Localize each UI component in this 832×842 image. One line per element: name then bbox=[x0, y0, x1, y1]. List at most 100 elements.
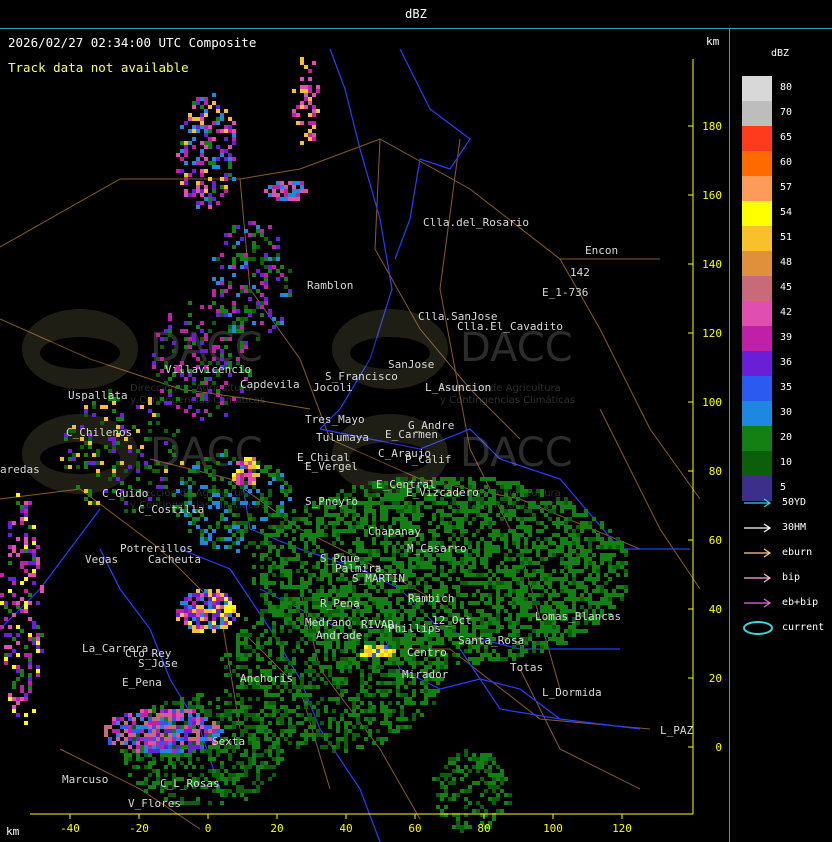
echo-cell bbox=[356, 537, 360, 541]
echo-cell bbox=[516, 481, 520, 485]
echo-cell bbox=[384, 601, 388, 605]
echo-cell bbox=[448, 561, 452, 565]
echo-cell bbox=[136, 737, 140, 741]
echo-cell bbox=[572, 533, 576, 537]
echo-cell bbox=[548, 501, 552, 505]
echo-cell bbox=[260, 753, 264, 757]
echo-cell bbox=[216, 453, 220, 457]
echo-cell bbox=[308, 669, 312, 673]
echo-cell bbox=[148, 749, 152, 753]
echo-cell bbox=[268, 601, 272, 605]
echo-cell bbox=[480, 629, 484, 633]
echo-cell bbox=[496, 529, 500, 533]
echo-cell bbox=[508, 581, 512, 585]
radar-map[interactable]: DACCDirección de Agriculturay Contingenc… bbox=[0, 29, 729, 842]
echo-cell bbox=[468, 481, 472, 485]
echo-cell bbox=[540, 641, 544, 645]
echo-cell bbox=[256, 773, 260, 777]
echo-cell bbox=[224, 769, 228, 773]
echo-cell bbox=[224, 597, 228, 601]
echo-cell bbox=[380, 649, 384, 653]
echo-cell bbox=[288, 557, 292, 561]
echo-cell bbox=[352, 645, 356, 649]
echo-cell bbox=[484, 565, 488, 569]
echo-cell bbox=[224, 673, 228, 677]
echo-cell bbox=[240, 701, 244, 705]
echo-cell bbox=[256, 769, 260, 773]
echo-cell bbox=[244, 521, 248, 525]
echo-cell bbox=[440, 637, 444, 641]
echo-cell bbox=[224, 525, 228, 529]
echo-cell bbox=[196, 713, 200, 717]
echo-cell bbox=[292, 729, 296, 733]
echo-cell bbox=[536, 529, 540, 533]
echo-cell bbox=[232, 765, 236, 769]
echo-cell bbox=[308, 521, 312, 525]
echo-cell bbox=[176, 713, 180, 717]
echo-cell bbox=[256, 645, 260, 649]
echo-cell bbox=[156, 745, 160, 749]
echo-cell bbox=[164, 701, 168, 705]
echo-cell bbox=[360, 689, 364, 693]
echo-cell bbox=[468, 569, 472, 573]
echo-cell bbox=[396, 681, 400, 685]
echo-cell bbox=[156, 725, 160, 729]
echo-cell bbox=[380, 509, 384, 513]
echo-cell bbox=[204, 749, 208, 753]
echo-cell bbox=[592, 581, 596, 585]
echo-cell bbox=[528, 633, 532, 637]
echo-cell bbox=[220, 517, 224, 521]
echo-cell bbox=[152, 769, 156, 773]
echo-cell bbox=[240, 657, 244, 661]
echo-cell bbox=[192, 749, 196, 753]
echo-cell bbox=[200, 765, 204, 769]
echo-cell bbox=[184, 801, 188, 805]
echo-cell bbox=[276, 717, 280, 721]
echo-cell bbox=[276, 513, 280, 517]
echo-cell bbox=[272, 609, 276, 613]
echo-cell bbox=[244, 501, 248, 505]
echo-cell bbox=[280, 757, 284, 761]
echo-cell bbox=[300, 681, 304, 685]
echo-cell bbox=[324, 705, 328, 709]
echo-cell bbox=[544, 605, 548, 609]
echo-cell bbox=[384, 705, 388, 709]
echo-cell bbox=[408, 565, 412, 569]
echo-cell bbox=[596, 533, 600, 537]
echo-cell bbox=[380, 665, 384, 669]
echo-cell bbox=[276, 565, 280, 569]
echo-cell bbox=[576, 629, 580, 633]
echo-cell bbox=[216, 521, 220, 525]
echo-cell bbox=[276, 525, 280, 529]
echo-cell bbox=[168, 745, 172, 749]
echo-cell bbox=[516, 589, 520, 593]
echo-cell bbox=[300, 565, 304, 569]
echo-cell bbox=[556, 601, 560, 605]
radar-plot[interactable]: DACC Dirección de Agricultura y Contingenc… bbox=[0, 29, 729, 842]
echo-cell bbox=[372, 509, 376, 513]
echo-cell bbox=[508, 549, 512, 553]
echo-cell bbox=[528, 517, 532, 521]
echo-cell bbox=[272, 625, 276, 629]
echo-cell bbox=[328, 669, 332, 673]
echo-cell bbox=[524, 649, 528, 653]
echo-cell bbox=[320, 521, 324, 525]
echo-cell bbox=[252, 789, 256, 793]
echo-cell bbox=[188, 477, 192, 481]
echo-cell bbox=[200, 745, 204, 749]
echo-cell bbox=[556, 641, 560, 645]
echo-cell bbox=[548, 605, 552, 609]
echo-cell bbox=[516, 537, 520, 541]
echo-cell bbox=[440, 661, 444, 665]
echo-cell bbox=[252, 749, 256, 753]
echo-cell bbox=[540, 625, 544, 629]
echo-cell bbox=[568, 633, 572, 637]
echo-cell bbox=[252, 477, 256, 481]
echo-cell bbox=[268, 565, 272, 569]
echo-cell bbox=[336, 721, 340, 725]
echo-cell bbox=[264, 733, 268, 737]
echo-cell bbox=[472, 509, 476, 513]
echo-cell bbox=[480, 505, 484, 509]
echo-cell bbox=[256, 657, 260, 661]
echo-cell bbox=[368, 733, 372, 737]
